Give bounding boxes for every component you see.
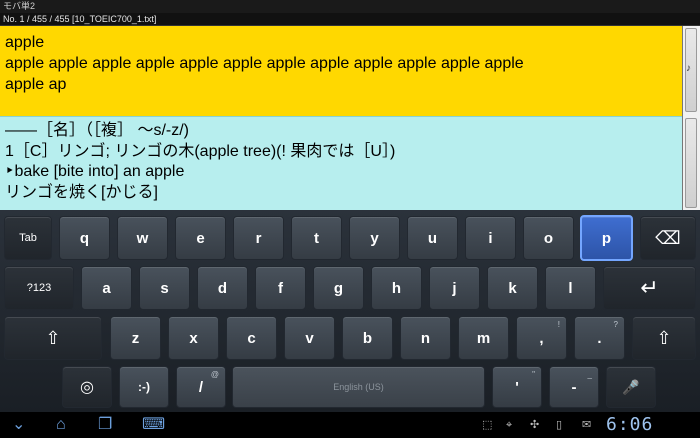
smiley-key[interactable]: :-) — [119, 366, 169, 408]
key-a[interactable]: a — [81, 266, 132, 310]
key-u[interactable]: u — [407, 216, 458, 260]
key-e[interactable]: e — [175, 216, 226, 260]
space-bar[interactable]: English (US) — [232, 366, 485, 408]
slash-key[interactable]: @ / — [176, 366, 226, 408]
apostrophe-hint: " — [532, 370, 535, 379]
key-y[interactable]: y — [349, 216, 400, 260]
key-n[interactable]: n — [400, 316, 451, 360]
dash-key[interactable]: _ - — [549, 366, 599, 408]
entry-line-2: apple apple apple apple apple apple appl… — [5, 55, 524, 72]
audio-icon[interactable]: ♪ — [686, 63, 691, 74]
definition-line-1: ――［名］（［複］ ～s/-z/) — [5, 122, 189, 139]
clock: 6:06 — [606, 414, 654, 435]
definition-scroll-thumb[interactable] — [685, 118, 697, 208]
home-icon[interactable]: ⌂ — [56, 415, 66, 435]
key-x[interactable]: x — [168, 316, 219, 360]
enter-key[interactable]: ↵ — [603, 266, 696, 310]
shift-key-right[interactable]: ⇧ — [632, 316, 696, 360]
comma-hint: ! — [557, 320, 560, 329]
backspace-key[interactable]: ⌫ — [640, 216, 696, 260]
record-info: No. 1 / 455 / 455 [10_TOEIC700_1.txt] — [0, 13, 700, 26]
period-label: . — [597, 329, 602, 347]
tab-key[interactable]: Tab — [4, 216, 52, 260]
mail-icon: ✉ — [582, 419, 592, 431]
usb-icon: ✣ — [530, 419, 540, 431]
gps-icon: ⌖ — [506, 419, 513, 431]
key-l[interactable]: l — [545, 266, 596, 310]
apostrophe-label: ' — [515, 378, 519, 396]
apostrophe-key[interactable]: " ' — [492, 366, 542, 408]
key-r[interactable]: r — [233, 216, 284, 260]
settings-key[interactable]: ◎ — [62, 366, 112, 408]
headword: apple — [5, 34, 45, 51]
dash-hint: _ — [587, 370, 592, 379]
entry-panel[interactable]: apple apple apple apple apple apple appl… — [0, 26, 682, 116]
definition-scrollbar[interactable] — [682, 116, 700, 210]
key-b[interactable]: b — [342, 316, 393, 360]
dash-label: - — [571, 378, 577, 396]
key-v[interactable]: v — [284, 316, 335, 360]
key-j[interactable]: j — [429, 266, 480, 310]
definition-panel[interactable]: ――［名］（［複］ ～s/-z/) 1［C］リンゴ; リンゴの木(apple t… — [0, 116, 682, 210]
key-period[interactable]: ? . — [574, 316, 625, 360]
period-hint: ? — [613, 320, 618, 329]
key-g[interactable]: g — [313, 266, 364, 310]
battery-icon: ▯ — [556, 419, 563, 431]
entry-line-3: apple ap — [5, 76, 67, 93]
mic-key[interactable]: 🎤 — [606, 366, 656, 408]
key-comma[interactable]: ! , — [516, 316, 567, 360]
comma-label: , — [539, 329, 544, 347]
definition-line-3: ‣bake [bite into] an apple — [5, 163, 185, 180]
slash-label: / — [198, 378, 204, 396]
soft-keyboard: Tab q w e r t y u i o p ⌫ ?123 a s d f g… — [0, 210, 700, 412]
keyboard-switch-icon[interactable]: ⌨ — [142, 415, 165, 435]
key-s[interactable]: s — [139, 266, 190, 310]
shift-key-left[interactable]: ⇧ — [4, 316, 102, 360]
symbols-key[interactable]: ?123 — [4, 266, 74, 310]
key-d[interactable]: d — [197, 266, 248, 310]
key-w[interactable]: w — [117, 216, 168, 260]
key-q[interactable]: q — [59, 216, 110, 260]
entry-scrollbar[interactable] — [682, 26, 700, 116]
key-h[interactable]: h — [371, 266, 422, 310]
key-i[interactable]: i — [465, 216, 516, 260]
back-icon[interactable]: ⌄ — [12, 415, 25, 435]
recent-apps-icon[interactable]: ❐ — [98, 415, 112, 435]
definition-line-2: 1［C］リンゴ; リンゴの木(apple tree)(! 果肉では［U］) — [5, 142, 396, 160]
slash-hint: @ — [210, 370, 219, 379]
key-c[interactable]: c — [226, 316, 277, 360]
key-z[interactable]: z — [110, 316, 161, 360]
key-m[interactable]: m — [458, 316, 509, 360]
key-k[interactable]: k — [487, 266, 538, 310]
app-title-bar: モバ単2 — [0, 0, 700, 13]
system-nav-bar: ⌄ ⌂ ❐ ⌨ ⬚ ⌖ ✣ ▯ ✉ 6:06 — [0, 412, 700, 438]
definition-line-4: リンゴを焼く[かじる] — [5, 183, 158, 201]
key-t[interactable]: t — [291, 216, 342, 260]
key-o[interactable]: o — [523, 216, 574, 260]
key-f[interactable]: f — [255, 266, 306, 310]
screenshot-icon: ⬚ — [482, 419, 493, 431]
key-p[interactable]: p — [580, 215, 633, 261]
